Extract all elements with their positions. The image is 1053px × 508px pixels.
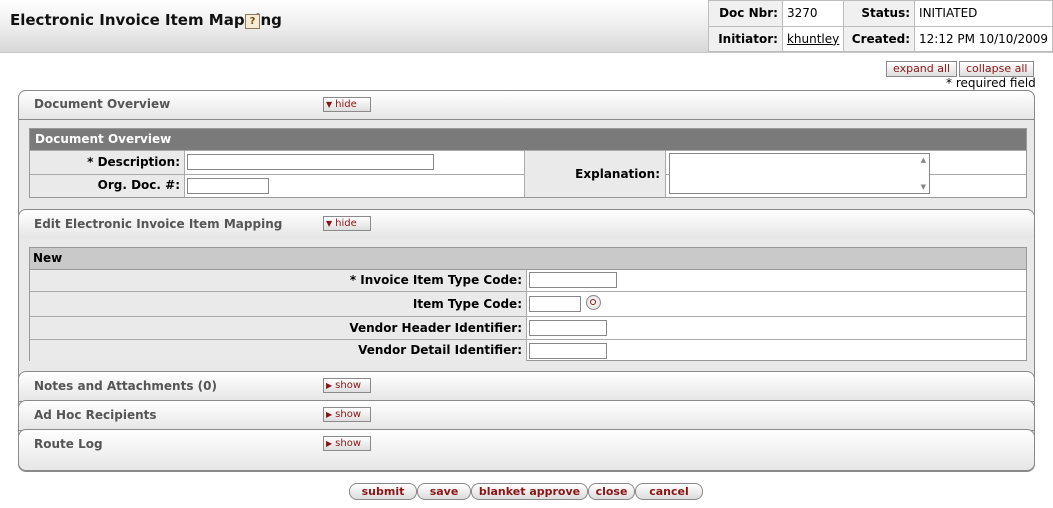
page-header: Electronic Invoice Item Mapping ? Doc Nb… xyxy=(0,0,1053,53)
scroll-up-icon[interactable]: ▲ xyxy=(921,156,926,164)
submit-button[interactable]: submit xyxy=(349,483,417,500)
org-doc-label: Org. Doc. #: xyxy=(30,175,185,197)
triangle-right-icon: ▶ xyxy=(326,439,333,448)
tab-edit-mapping-title: Edit Electronic Invoice Item Mapping xyxy=(34,217,283,231)
document-overview-heading: Document Overview xyxy=(30,129,1026,150)
adhoc-recipients-show-button[interactable]: ▶ show xyxy=(323,407,371,422)
tab-notes-attachments-title: Notes and Attachments (0) xyxy=(34,379,217,393)
route-log-show-button[interactable]: ▶ show xyxy=(323,436,371,451)
status-value: INITIATED xyxy=(914,0,1053,27)
document-overview-section: Document Overview * Description: Org. Do… xyxy=(29,128,1027,198)
collapse-all-button[interactable]: collapse all xyxy=(959,61,1035,77)
edit-mapping-section: New * Invoice Item Type Code: Item Type … xyxy=(29,247,1027,361)
triangle-right-icon: ▶ xyxy=(326,381,333,390)
expand-all-button[interactable]: expand all xyxy=(886,61,958,77)
status-label: Status: xyxy=(843,0,916,27)
tab-route-log-title: Route Log xyxy=(34,437,103,451)
created-value: 12:12 PM 10/10/2009 xyxy=(914,25,1053,52)
save-button[interactable]: save xyxy=(417,483,471,500)
notes-attachments-show-button[interactable]: ▶ show xyxy=(323,378,371,393)
doc-nbr-label: Doc Nbr: xyxy=(708,0,783,27)
explanation-textarea[interactable]: ▲ ▼ xyxy=(669,153,930,194)
new-section-heading: New xyxy=(30,248,1026,270)
created-label: Created: xyxy=(843,25,916,52)
vendor-detail-identifier-label: Vendor Detail Identifier: xyxy=(30,340,527,361)
item-type-code-row: Item Type Code: xyxy=(30,291,1026,316)
blanket-approve-button[interactable]: blanket approve xyxy=(471,483,588,500)
tab-document-overview: Document Overview ▼ hide xyxy=(18,90,1035,120)
doc-nbr-value: 3270 xyxy=(781,0,845,27)
invoice-item-type-code-row: * Invoice Item Type Code: xyxy=(30,270,1026,291)
cancel-button[interactable]: cancel xyxy=(635,483,703,500)
item-type-code-input[interactable] xyxy=(529,296,581,312)
close-button[interactable]: close xyxy=(588,483,635,500)
explanation-label: Explanation: xyxy=(575,167,660,181)
document-overview-hide-button[interactable]: ▼ hide xyxy=(323,97,371,112)
org-doc-input[interactable] xyxy=(187,178,269,194)
vendor-detail-identifier-input[interactable] xyxy=(529,343,607,359)
toggle-label: show xyxy=(335,380,362,391)
vendor-detail-identifier-row: Vendor Detail Identifier: xyxy=(30,339,1026,361)
invoice-item-type-code-label: * Invoice Item Type Code: xyxy=(30,270,527,291)
description-input[interactable] xyxy=(187,154,434,170)
explanation-cell: Explanation: xyxy=(524,151,666,197)
tab-route-log: Route Log ▶ show xyxy=(18,429,1035,471)
initiator-link-text[interactable]: khuntley xyxy=(787,32,839,46)
triangle-down-icon: ▼ xyxy=(326,100,333,109)
tab-document-overview-title: Document Overview xyxy=(34,97,171,111)
tab-edit-mapping: Edit Electronic Invoice Item Mapping ▼ hi… xyxy=(18,209,1035,238)
scroll-down-icon[interactable]: ▼ xyxy=(921,183,926,191)
vendor-header-identifier-input[interactable] xyxy=(529,320,607,336)
triangle-down-icon: ▼ xyxy=(326,219,333,228)
invoice-item-type-code-input[interactable] xyxy=(529,272,617,288)
initiator-label: Initiator: xyxy=(708,25,783,52)
edit-mapping-hide-button[interactable]: ▼ hide xyxy=(323,216,371,231)
description-label: * Description: xyxy=(30,151,185,174)
page-title: Electronic Invoice Item Mapping xyxy=(10,11,282,29)
toggle-label: hide xyxy=(335,99,357,110)
triangle-right-icon: ▶ xyxy=(326,410,333,419)
toggle-label: show xyxy=(335,409,362,420)
vendor-header-identifier-row: Vendor Header Identifier: xyxy=(30,316,1026,339)
tab-adhoc-recipients-title: Ad Hoc Recipients xyxy=(34,408,157,422)
required-field-note: * required field xyxy=(946,76,1036,90)
tab-adhoc-recipients: Ad Hoc Recipients ▶ show xyxy=(18,400,1035,431)
toggle-label: show xyxy=(335,438,362,449)
item-type-code-label: Item Type Code: xyxy=(30,292,527,316)
tab-notes-attachments: Notes and Attachments (0) ▶ show xyxy=(18,371,1035,402)
document-header-info: Doc Nbr: 3270 Status: INITIATED Initiato… xyxy=(708,0,1053,52)
vendor-header-identifier-label: Vendor Header Identifier: xyxy=(30,317,527,339)
help-icon[interactable]: ? xyxy=(245,14,260,29)
initiator-link[interactable]: khuntley xyxy=(781,25,845,52)
toggle-label: hide xyxy=(335,218,357,229)
lookup-search-icon[interactable] xyxy=(586,295,601,310)
